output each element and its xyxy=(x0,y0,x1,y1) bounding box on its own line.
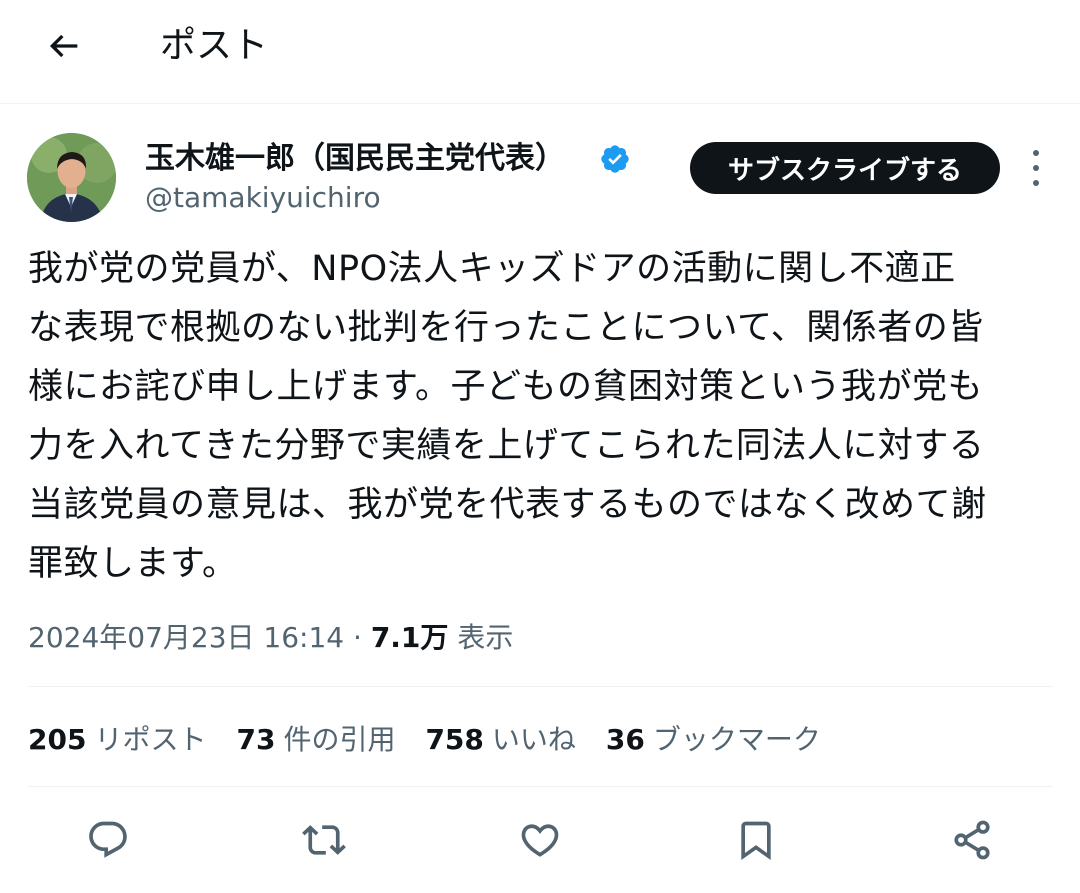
more-dot xyxy=(1033,165,1039,171)
reposts-label: リポスト xyxy=(94,723,207,756)
quotes-count: 73 xyxy=(236,723,276,756)
more-dot xyxy=(1033,180,1039,186)
divider xyxy=(28,786,1053,787)
reply-button[interactable] xyxy=(80,812,136,868)
repost-icon xyxy=(302,825,346,855)
reply-icon xyxy=(89,821,127,858)
likes-stat[interactable]: 758 いいね xyxy=(425,718,575,758)
share-button[interactable] xyxy=(944,812,1000,868)
divider xyxy=(28,686,1053,687)
post-text: 我が党の党員が、NPO法人キッズドアの活動に関し不適正 な表現で根拠のない批判を… xyxy=(28,249,987,584)
repost-button[interactable] xyxy=(296,812,352,868)
quotes-stat[interactable]: 73 件の引用 xyxy=(236,718,395,758)
post-meta: 2024年07月23日 16:14 · 7.1万 表示 xyxy=(28,616,513,660)
view-label: 表示 xyxy=(457,621,514,654)
likes-count: 758 xyxy=(425,723,484,756)
more-dot xyxy=(1033,150,1039,156)
post-timestamp[interactable]: 2024年07月23日 16:14 xyxy=(28,621,344,654)
reposts-stat[interactable]: 205 リポスト xyxy=(28,718,206,758)
back-button[interactable] xyxy=(36,18,92,74)
more-options-icon[interactable] xyxy=(1020,150,1052,186)
verified-badge-icon xyxy=(601,145,629,173)
bookmarks-label: ブックマーク xyxy=(652,723,821,756)
quotes-label: 件の引用 xyxy=(283,723,396,756)
view-count: 7.1万 xyxy=(370,621,449,654)
likes-label: いいね xyxy=(491,723,576,756)
author-handle[interactable]: @tamakiyuichiro xyxy=(145,180,381,216)
meta-separator: · xyxy=(344,621,371,654)
avatar-photo xyxy=(27,133,116,222)
top-bar: ポスト xyxy=(0,0,1080,104)
bookmarks-count: 36 xyxy=(605,723,645,756)
bookmark-button[interactable] xyxy=(728,812,784,868)
author-name[interactable]: 玉木雄一郎（国民民主党代表） xyxy=(145,139,565,179)
avatar[interactable] xyxy=(27,133,116,222)
arrow-left-icon xyxy=(49,34,78,58)
share-icon xyxy=(954,820,990,860)
page-title: ポスト xyxy=(160,25,269,66)
subscribe-button[interactable]: サブスクライブする xyxy=(690,142,1000,194)
like-icon xyxy=(521,824,559,857)
engagement-stats: 205 リポスト 73 件の引用 758 いいね 36 ブックマーク xyxy=(28,716,851,760)
like-button[interactable] xyxy=(512,812,568,868)
bookmarks-stat[interactable]: 36 ブックマーク xyxy=(606,718,821,758)
bookmark-icon xyxy=(741,821,771,861)
reposts-count: 205 xyxy=(28,723,87,756)
